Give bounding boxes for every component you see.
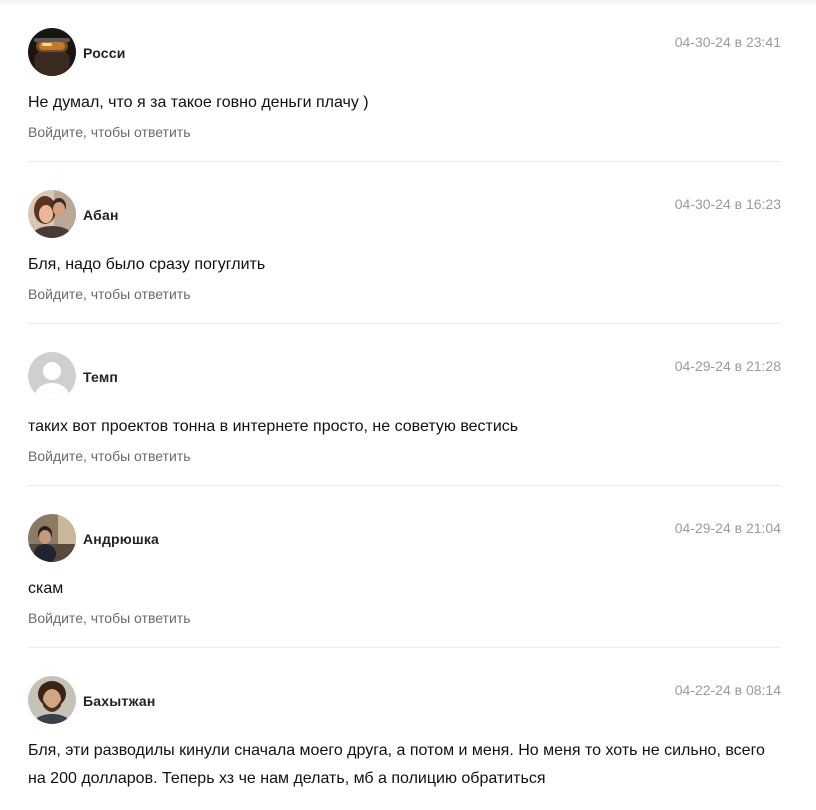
comment-date: 04-22-24 в 08:14 [674, 682, 781, 698]
reply-login-link[interactable]: Войдите, чтобы ответить [28, 448, 191, 464]
comment-date: 04-29-24 в 21:04 [674, 520, 781, 536]
comment-item: Бахытжан 04-22-24 в 08:14 Бля, эти разво… [28, 648, 781, 810]
comment-date: 04-30-24 в 23:41 [674, 34, 781, 50]
reply-login-link[interactable]: Войдите, чтобы ответить [28, 610, 191, 626]
comment-author: Темп [83, 369, 119, 385]
comment-item: Темп 04-29-24 в 21:28 таких вот проектов… [28, 324, 781, 486]
comment-text: Бля, надо было сразу погуглить [28, 256, 266, 273]
comment-item: Росси 04-30-24 в 23:41 Не думал, что я з… [28, 0, 781, 162]
comment-date: 04-30-24 в 16:23 [674, 196, 781, 212]
comment-list: Росси 04-30-24 в 23:41 Не думал, что я з… [28, 0, 781, 810]
default-avatar-icon[interactable] [28, 352, 76, 400]
avatar[interactable] [28, 676, 76, 724]
comment-author: Абан [83, 207, 119, 223]
avatar[interactable] [28, 514, 76, 562]
comment-author: Андрюшка [83, 531, 160, 547]
avatar[interactable] [28, 190, 76, 238]
comment-author: Бахытжан [83, 693, 156, 709]
comment-text: скам [28, 580, 64, 597]
comment-text: Бля, эти разводилы кинули сначала моего … [28, 742, 765, 787]
reply-login-link[interactable]: Войдите, чтобы ответить [28, 286, 191, 302]
comment-text: Не думал, что я за такое говно деньги пл… [28, 94, 369, 111]
avatar[interactable] [28, 28, 76, 76]
comment-item: Андрюшка 04-29-24 в 21:04 скам Войдите, … [28, 486, 781, 648]
reply-login-link[interactable]: Войдите, чтобы ответить [28, 124, 191, 140]
comment-date: 04-29-24 в 21:28 [674, 358, 781, 374]
comment-item: Абан 04-30-24 в 16:23 Бля, надо было сра… [28, 162, 781, 324]
comment-text: таких вот проектов тонна в интернете про… [28, 418, 519, 435]
comment-author: Росси [83, 45, 126, 61]
